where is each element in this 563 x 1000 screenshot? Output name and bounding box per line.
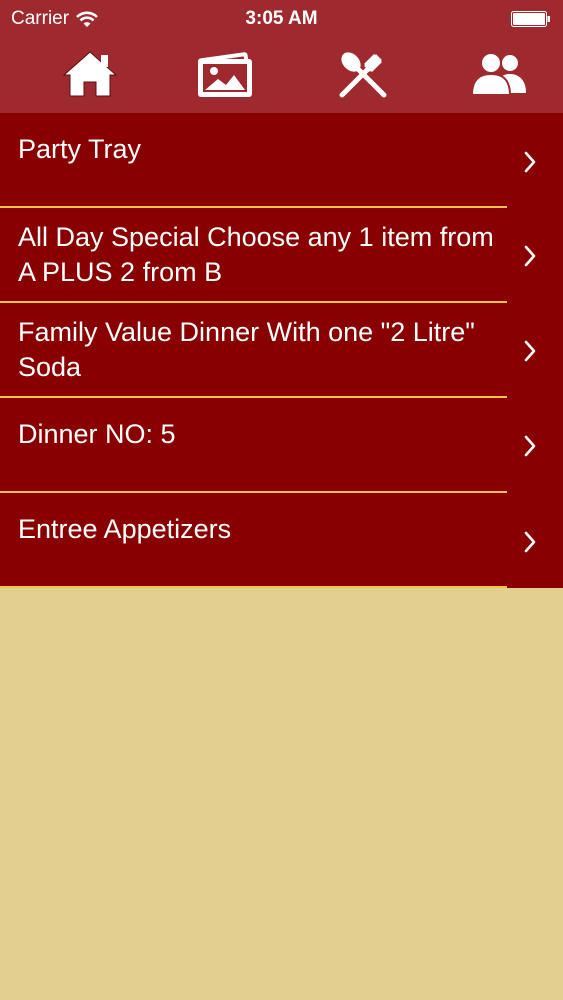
list-item-label: All Day Special Choose any 1 item from A…	[18, 222, 494, 287]
gallery-icon	[197, 52, 252, 97]
gallery-button[interactable]	[194, 48, 258, 100]
chevron-right-icon	[524, 151, 536, 173]
list-item-label: Party Tray	[18, 134, 142, 164]
home-button[interactable]	[58, 48, 122, 100]
list-item[interactable]: Entree Appetizers	[0, 493, 563, 588]
list-item[interactable]: Family Value Dinner With one "2 Litre" S…	[0, 303, 563, 398]
chevron-right-icon	[524, 531, 536, 553]
chevron-right-icon	[524, 245, 536, 267]
battery-icon	[511, 11, 550, 27]
row-divider	[0, 586, 507, 588]
list-item-label: Dinner NO: 5	[18, 419, 176, 449]
status-time: 3:05 AM	[245, 8, 318, 29]
home-icon	[62, 51, 118, 97]
list-item-label: Family Value Dinner With one "2 Litre" S…	[18, 317, 475, 382]
top-toolbar	[0, 38, 563, 113]
chevron-right-icon	[524, 340, 536, 362]
list-item[interactable]: Dinner NO: 5	[0, 398, 563, 493]
chevron-right-icon	[524, 435, 536, 457]
list-item[interactable]: All Day Special Choose any 1 item from A…	[0, 208, 563, 303]
list-item[interactable]: Party Tray	[0, 113, 563, 208]
menu-button[interactable]	[331, 48, 395, 100]
fork-spoon-icon	[339, 52, 387, 98]
about-button[interactable]	[468, 48, 532, 100]
users-icon	[470, 52, 526, 96]
list-item-label: Entree Appetizers	[18, 514, 232, 544]
menu-list: Party Tray All Day Special Choose any 1 …	[0, 113, 563, 588]
status-bar: Carrier 3:05 AM	[0, 0, 563, 38]
